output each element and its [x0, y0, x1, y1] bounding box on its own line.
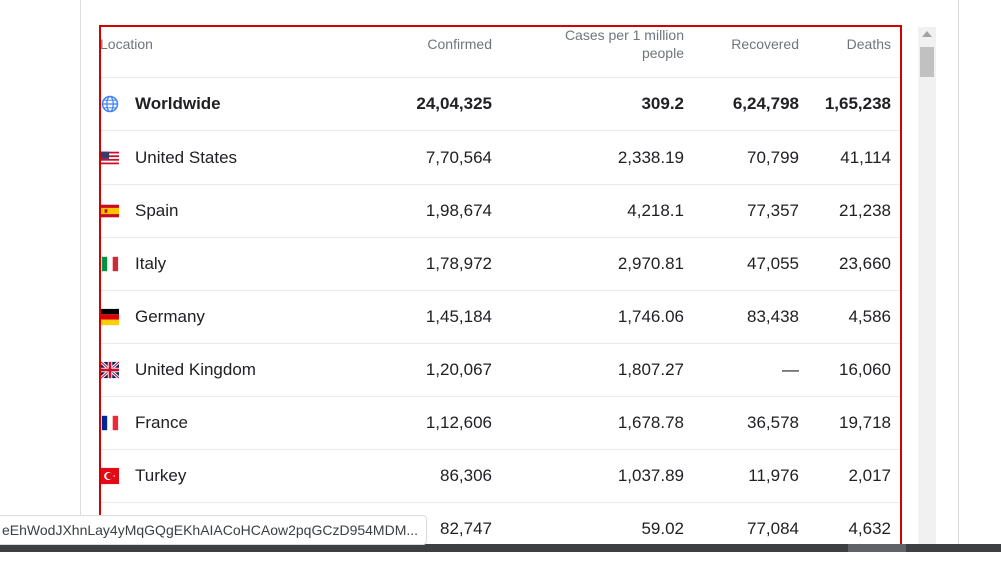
confirmed-value: 1,12,606 — [425, 413, 492, 432]
location-name: France — [135, 413, 188, 432]
recovered-value: 77,084 — [747, 519, 799, 538]
deaths-value: 4,586 — [848, 307, 891, 326]
header-location[interactable]: Location — [100, 35, 153, 53]
table-row-worldwide[interactable]: Worldwide 24,04,325 309.2 6,24,798 1,65,… — [99, 77, 902, 131]
confirmed-value: 1,78,972 — [425, 254, 492, 273]
deaths-value: 23,660 — [839, 254, 891, 273]
recovered-value: 6,24,798 — [732, 94, 799, 113]
cases-per-million-value: 4,218.1 — [627, 201, 684, 220]
header-deaths[interactable]: Deaths — [847, 35, 891, 53]
recovered-value: 47,055 — [747, 254, 799, 273]
table-row-united-states[interactable]: United States 7,70,564 2,338.19 70,799 4… — [99, 131, 902, 185]
table-row-germany[interactable]: Germany 1,45,184 1,746.06 83,438 4,586 — [99, 290, 902, 344]
horizontal-scrollbar[interactable] — [0, 544, 1001, 552]
cases-per-million-value: 1,037.89 — [617, 466, 684, 485]
deaths-value: 41,114 — [840, 148, 891, 167]
recovered-value: 11,976 — [748, 466, 799, 485]
table-row-italy[interactable]: Italy 1,78,972 2,970.81 47,055 23,660 — [99, 237, 902, 291]
confirmed-value: 7,70,564 — [425, 148, 492, 167]
confirmed-value: 1,45,184 — [425, 307, 492, 326]
deaths-value: 2,017 — [848, 466, 891, 485]
header-cases-per-million[interactable]: Cases per 1 million people — [524, 26, 684, 62]
cases-per-million-value: 1,678.78 — [617, 413, 684, 432]
location-name: Turkey — [135, 466, 187, 485]
recovered-value: 70,799 — [747, 148, 799, 167]
horizontal-scrollbar-thumb[interactable] — [848, 544, 906, 552]
italy-flag-icon — [101, 256, 119, 272]
table-row-united-kingdom[interactable]: United Kingdom 1,20,067 1,807.27 — 16,06… — [99, 343, 902, 397]
globe-icon — [101, 95, 119, 113]
card-right-border — [958, 0, 959, 545]
recovered-value: — — [782, 360, 799, 379]
header-confirmed[interactable]: Confirmed — [427, 35, 492, 53]
vertical-scrollbar[interactable] — [918, 27, 936, 545]
deaths-value: 4,632 — [848, 519, 891, 538]
cases-per-million-value: 309.2 — [641, 94, 684, 113]
table-header: Location Confirmed Cases per 1 million p… — [99, 25, 902, 78]
location-name: United Kingdom — [135, 360, 256, 379]
france-flag-icon — [101, 415, 119, 431]
table-row-france[interactable]: France 1,12,606 1,678.78 36,578 19,718 — [99, 396, 902, 450]
scroll-up-arrow-icon[interactable] — [922, 31, 932, 37]
location-name: Italy — [135, 254, 167, 273]
location-name: Germany — [135, 307, 205, 326]
us-flag-icon — [101, 151, 119, 165]
cases-per-million-value: 2,338.19 — [617, 148, 684, 167]
uk-flag-icon — [101, 361, 119, 379]
deaths-value: 19,718 — [839, 413, 891, 432]
deaths-value: 16,060 — [839, 360, 891, 379]
status-bar-url: eEhWodJXhnLay4yMqGQgEKhAIACoHCAow2pqGCzD… — [0, 515, 428, 545]
cases-per-million-value: 1,746.06 — [617, 307, 684, 326]
confirmed-value: 82,747 — [440, 519, 492, 538]
recovered-value: 36,578 — [747, 413, 799, 432]
table-row-turkey[interactable]: Turkey 86,306 1,037.89 11,976 2,017 — [99, 449, 902, 503]
location-name: United States — [135, 148, 238, 167]
location-name: Spain — [135, 201, 179, 220]
cases-per-million-value: 1,807.27 — [617, 360, 684, 379]
header-recovered[interactable]: Recovered — [731, 35, 799, 53]
table-row-spain[interactable]: Spain 1,98,674 4,218.1 77,357 21,238 — [99, 184, 902, 238]
stats-table: Location Confirmed Cases per 1 million p… — [99, 25, 902, 551]
recovered-value: 83,438 — [747, 307, 799, 326]
deaths-value: 1,65,238 — [824, 94, 891, 113]
cases-per-million-value: 2,970.81 — [617, 254, 684, 273]
scrollbar-thumb[interactable] — [920, 47, 934, 77]
confirmed-value: 86,306 — [440, 466, 492, 485]
card-left-border — [80, 0, 81, 545]
cases-per-million-value: 59.02 — [641, 519, 684, 538]
recovered-value: 77,357 — [747, 201, 799, 220]
deaths-value: 21,238 — [839, 201, 891, 220]
confirmed-value: 1,20,067 — [425, 360, 492, 379]
confirmed-value: 24,04,325 — [416, 94, 492, 113]
spain-flag-icon — [101, 204, 119, 218]
germany-flag-icon — [101, 308, 119, 326]
location-name: Worldwide — [135, 94, 221, 113]
confirmed-value: 1,98,674 — [425, 201, 492, 220]
turkey-flag-icon — [101, 467, 119, 485]
